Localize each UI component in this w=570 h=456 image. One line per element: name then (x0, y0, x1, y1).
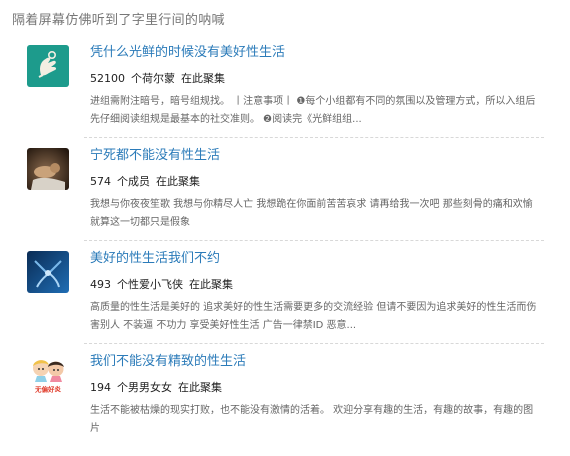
gather-label: 在此聚集 (189, 278, 233, 291)
group-description: 我想与你夜夜笙歌 我想与你精尽人亡 我想跪在你面前苦苦哀求 请再给我一次吧 那些… (90, 199, 533, 228)
group-meta: 52100 个荷尔蒙 在此聚集 (90, 70, 225, 86)
member-name: 个男男女女 (117, 381, 172, 394)
group-list: 凭什么光鲜的时候没有美好性生活 52100 个荷尔蒙 在此聚集 进组需附注暗号，暗号… (0, 36, 570, 448)
group-meta: 493 个性爱小飞侠 在此聚集 (90, 276, 233, 292)
group-title-link[interactable]: 我们不能没有精致的性生活 (90, 350, 246, 369)
group-title-link[interactable]: 美好的性生活我们不约 (90, 247, 220, 266)
group-item[interactable]: 宁死都不能没有性生活 574 个成员 在此聚集 我想与你夜夜笙歌 我想与你精尽人亡 … (0, 139, 570, 242)
gather-label: 在此聚集 (178, 381, 222, 394)
group-thumbnail[interactable] (27, 148, 69, 190)
blue-hand-photo-icon (27, 251, 69, 293)
group-description: 进组需附注暗号，暗号组规找。 丨注意事项丨 ❶每个小组都有不同的氛围以及管理方式… (90, 96, 536, 125)
group-meta: 194 个男男女女 在此聚集 (90, 379, 222, 395)
divider (84, 343, 544, 344)
page-heading: 隔着屏幕仿佛听到了字里行间的呐喊 (12, 13, 225, 28)
group-item[interactable]: 美好的性生活我们不约 493 个性爱小飞侠 在此聚集 高质量的性生活是美好的 追求美… (0, 242, 570, 345)
gather-label: 在此聚集 (156, 175, 200, 188)
thumbnail-caption: 无偏好炎 (34, 385, 62, 394)
member-name: 个成员 (117, 175, 150, 188)
member-name: 个荷尔蒙 (131, 72, 175, 85)
member-count: 493 (90, 278, 111, 291)
group-description: 高质量的性生活是美好的 追求美好的性生活需要更多的交流经验 但请不要因为追求美好… (90, 302, 537, 331)
group-title-link[interactable]: 宁死都不能没有性生活 (90, 144, 220, 163)
group-meta: 574 个成员 在此聚集 (90, 173, 200, 189)
group-thumbnail[interactable] (27, 45, 69, 87)
couple-photo-icon (27, 148, 69, 190)
gather-label: 在此聚集 (181, 72, 225, 85)
member-name: 个性爱小飞侠 (117, 278, 183, 291)
divider (84, 240, 544, 241)
group-item[interactable]: 无偏好炎 我们不能没有精致的性生活 194 个男男女女 在此聚集 生活不能被枯燥的现… (0, 345, 570, 448)
group-thumbnail[interactable] (27, 251, 69, 293)
hand-sign-icon (27, 45, 69, 87)
group-title-link[interactable]: 凭什么光鲜的时候没有美好性生活 (90, 41, 285, 60)
divider (84, 137, 544, 138)
group-item[interactable]: 凭什么光鲜的时候没有美好性生活 52100 个荷尔蒙 在此聚集 进组需附注暗号，暗号… (0, 36, 570, 139)
group-thumbnail[interactable]: 无偏好炎 (27, 354, 69, 396)
group-description: 生活不能被枯燥的现实打败，也不能没有激情的活着。 欢迎分享有趣的生活，有趣的故事… (90, 405, 534, 434)
cartoon-kids-icon: 无偏好炎 (27, 354, 69, 396)
member-count: 574 (90, 175, 111, 188)
member-count: 194 (90, 381, 111, 394)
member-count: 52100 (90, 72, 125, 85)
